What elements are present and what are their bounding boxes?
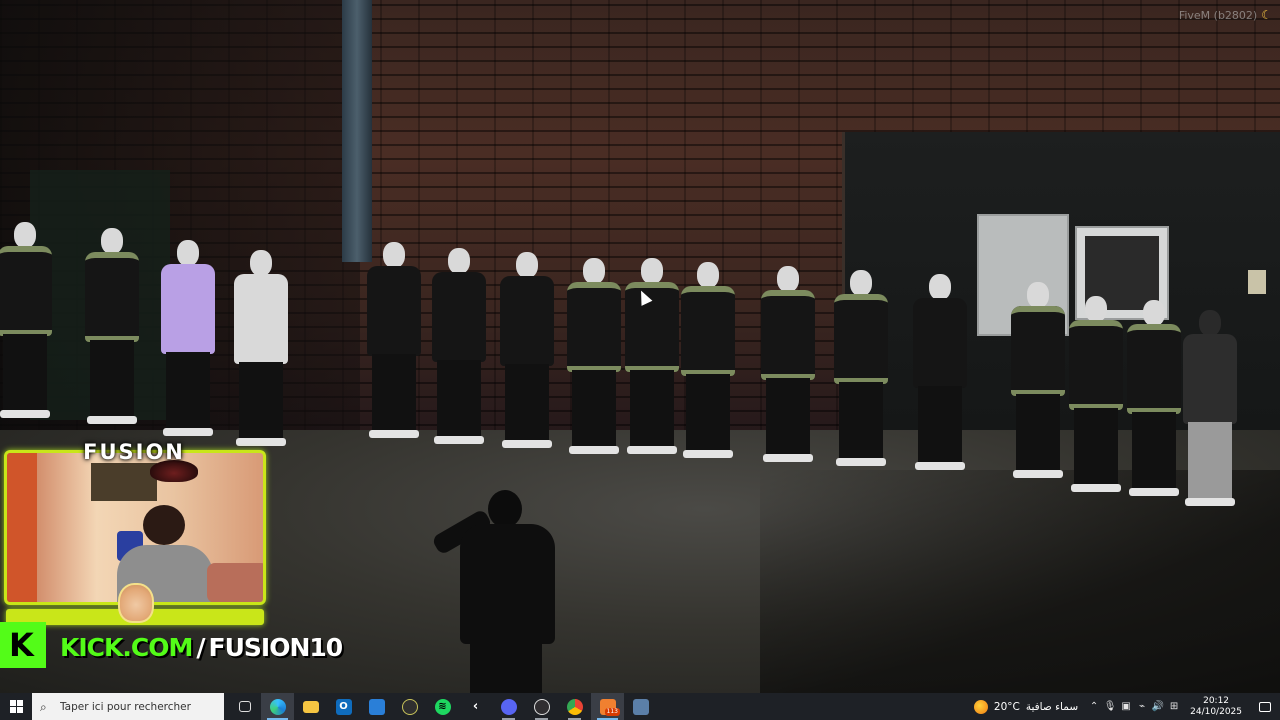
windows-taskbar: ⌕ O ≋ ‹ 113 20°C سماء صافية ⌃ 🎙 bbox=[0, 693, 1280, 720]
chevron-up-icon[interactable]: ⌃ bbox=[1086, 693, 1102, 720]
spotify-button[interactable]: ≋ bbox=[426, 693, 459, 720]
fivem-watermark: FiveM (b2802) ☾ bbox=[1179, 8, 1272, 22]
character bbox=[364, 242, 424, 454]
edge-button[interactable] bbox=[261, 693, 294, 720]
weather-widget[interactable]: 20°C سماء صافية bbox=[966, 699, 1086, 714]
outlook-button[interactable]: O bbox=[327, 693, 360, 720]
weather-condition: سماء صافية bbox=[1025, 700, 1079, 713]
spotify-icon: ≋ bbox=[434, 698, 451, 715]
language-icon[interactable]: ⊞ bbox=[1166, 693, 1182, 720]
kick-domain: KICK.COM bbox=[60, 633, 193, 662]
store-button[interactable] bbox=[360, 693, 393, 720]
character bbox=[0, 222, 55, 422]
task-view-icon bbox=[238, 701, 251, 712]
fivem-app-button[interactable]: 113 bbox=[591, 693, 624, 720]
microphone-icon[interactable]: 🎙 bbox=[1102, 693, 1118, 720]
taskbar-search[interactable]: ⌕ bbox=[32, 693, 224, 720]
start-button[interactable] bbox=[0, 693, 32, 720]
windows-logo-icon bbox=[9, 700, 23, 713]
screen: FiveM (b2802) ☾ FUSION K KICK.COM / FUSION… bbox=[0, 0, 1280, 720]
clock-time: 20:12 bbox=[1203, 695, 1230, 706]
character bbox=[908, 274, 972, 496]
chrome-icon bbox=[566, 698, 583, 715]
character bbox=[230, 250, 292, 450]
character bbox=[564, 258, 624, 468]
player-silhouette bbox=[430, 490, 560, 693]
calculator-icon bbox=[632, 698, 649, 715]
edge-icon bbox=[269, 698, 286, 715]
weather-temperature: 20°C bbox=[993, 700, 1020, 713]
character bbox=[622, 258, 682, 470]
task-view-button[interactable] bbox=[228, 693, 261, 720]
obs-button[interactable] bbox=[525, 693, 558, 720]
kick-logo-letter: K bbox=[9, 626, 34, 664]
character bbox=[1124, 300, 1184, 522]
taskbar-clock[interactable]: 20:12 24/10/2025 bbox=[1182, 696, 1250, 718]
character bbox=[1066, 296, 1126, 512]
search-input[interactable] bbox=[60, 700, 220, 713]
weather-sun-icon bbox=[973, 699, 988, 714]
character bbox=[830, 270, 892, 490]
character bbox=[496, 252, 558, 464]
store-icon bbox=[368, 698, 385, 715]
calculator-button[interactable] bbox=[624, 693, 657, 720]
pinned-apps: O ≋ ‹ 113 bbox=[228, 693, 657, 720]
xbox-icon bbox=[401, 698, 418, 715]
clock-date: 24/10/2025 bbox=[1190, 706, 1242, 717]
kick-channel-url: KICK.COM / FUSION10 bbox=[60, 630, 344, 666]
kick-logo-icon: K bbox=[0, 622, 46, 668]
kick-separator: / bbox=[196, 633, 205, 662]
character bbox=[1006, 282, 1070, 498]
outlook-icon: O bbox=[335, 698, 352, 715]
app-icon: ‹ bbox=[472, 699, 479, 714]
message-icon bbox=[1259, 701, 1271, 712]
obs-icon bbox=[533, 698, 550, 715]
character bbox=[1180, 310, 1240, 538]
drain-pipe bbox=[342, 0, 372, 262]
system-tray: 20°C سماء صافية ⌃ 🎙 ▣ ⌁ 🔊 ⊞ 20:12 24/10/… bbox=[966, 693, 1280, 720]
search-icon: ⌕ bbox=[40, 699, 47, 714]
file-explorer-button[interactable] bbox=[294, 693, 327, 720]
volume-icon[interactable]: 🔊 bbox=[1150, 693, 1166, 720]
folder-icon bbox=[302, 700, 319, 713]
notification-badge: 113 bbox=[604, 708, 620, 716]
discord-icon bbox=[500, 698, 517, 715]
warning-sign bbox=[1248, 270, 1266, 294]
streamer-logo: FUSION bbox=[83, 440, 185, 464]
moon-icon: ☾ bbox=[1261, 8, 1272, 22]
network-icon[interactable]: ⌁ bbox=[1134, 693, 1150, 720]
display-icon[interactable]: ▣ bbox=[1118, 693, 1134, 720]
character bbox=[756, 266, 820, 480]
notification-center-button[interactable] bbox=[1250, 693, 1280, 720]
webcam-feed bbox=[4, 450, 266, 605]
emoji-avatar-icon bbox=[118, 583, 154, 623]
character bbox=[82, 228, 142, 428]
kick-app-button[interactable]: ‹ bbox=[459, 693, 492, 720]
fivem-version-label: FiveM (b2802) bbox=[1178, 8, 1258, 22]
kick-username: FUSION10 bbox=[208, 633, 344, 662]
xbox-button[interactable] bbox=[393, 693, 426, 720]
character bbox=[678, 262, 738, 476]
character bbox=[156, 240, 220, 440]
chrome-button[interactable] bbox=[558, 693, 591, 720]
character bbox=[428, 248, 490, 460]
discord-button[interactable] bbox=[492, 693, 525, 720]
